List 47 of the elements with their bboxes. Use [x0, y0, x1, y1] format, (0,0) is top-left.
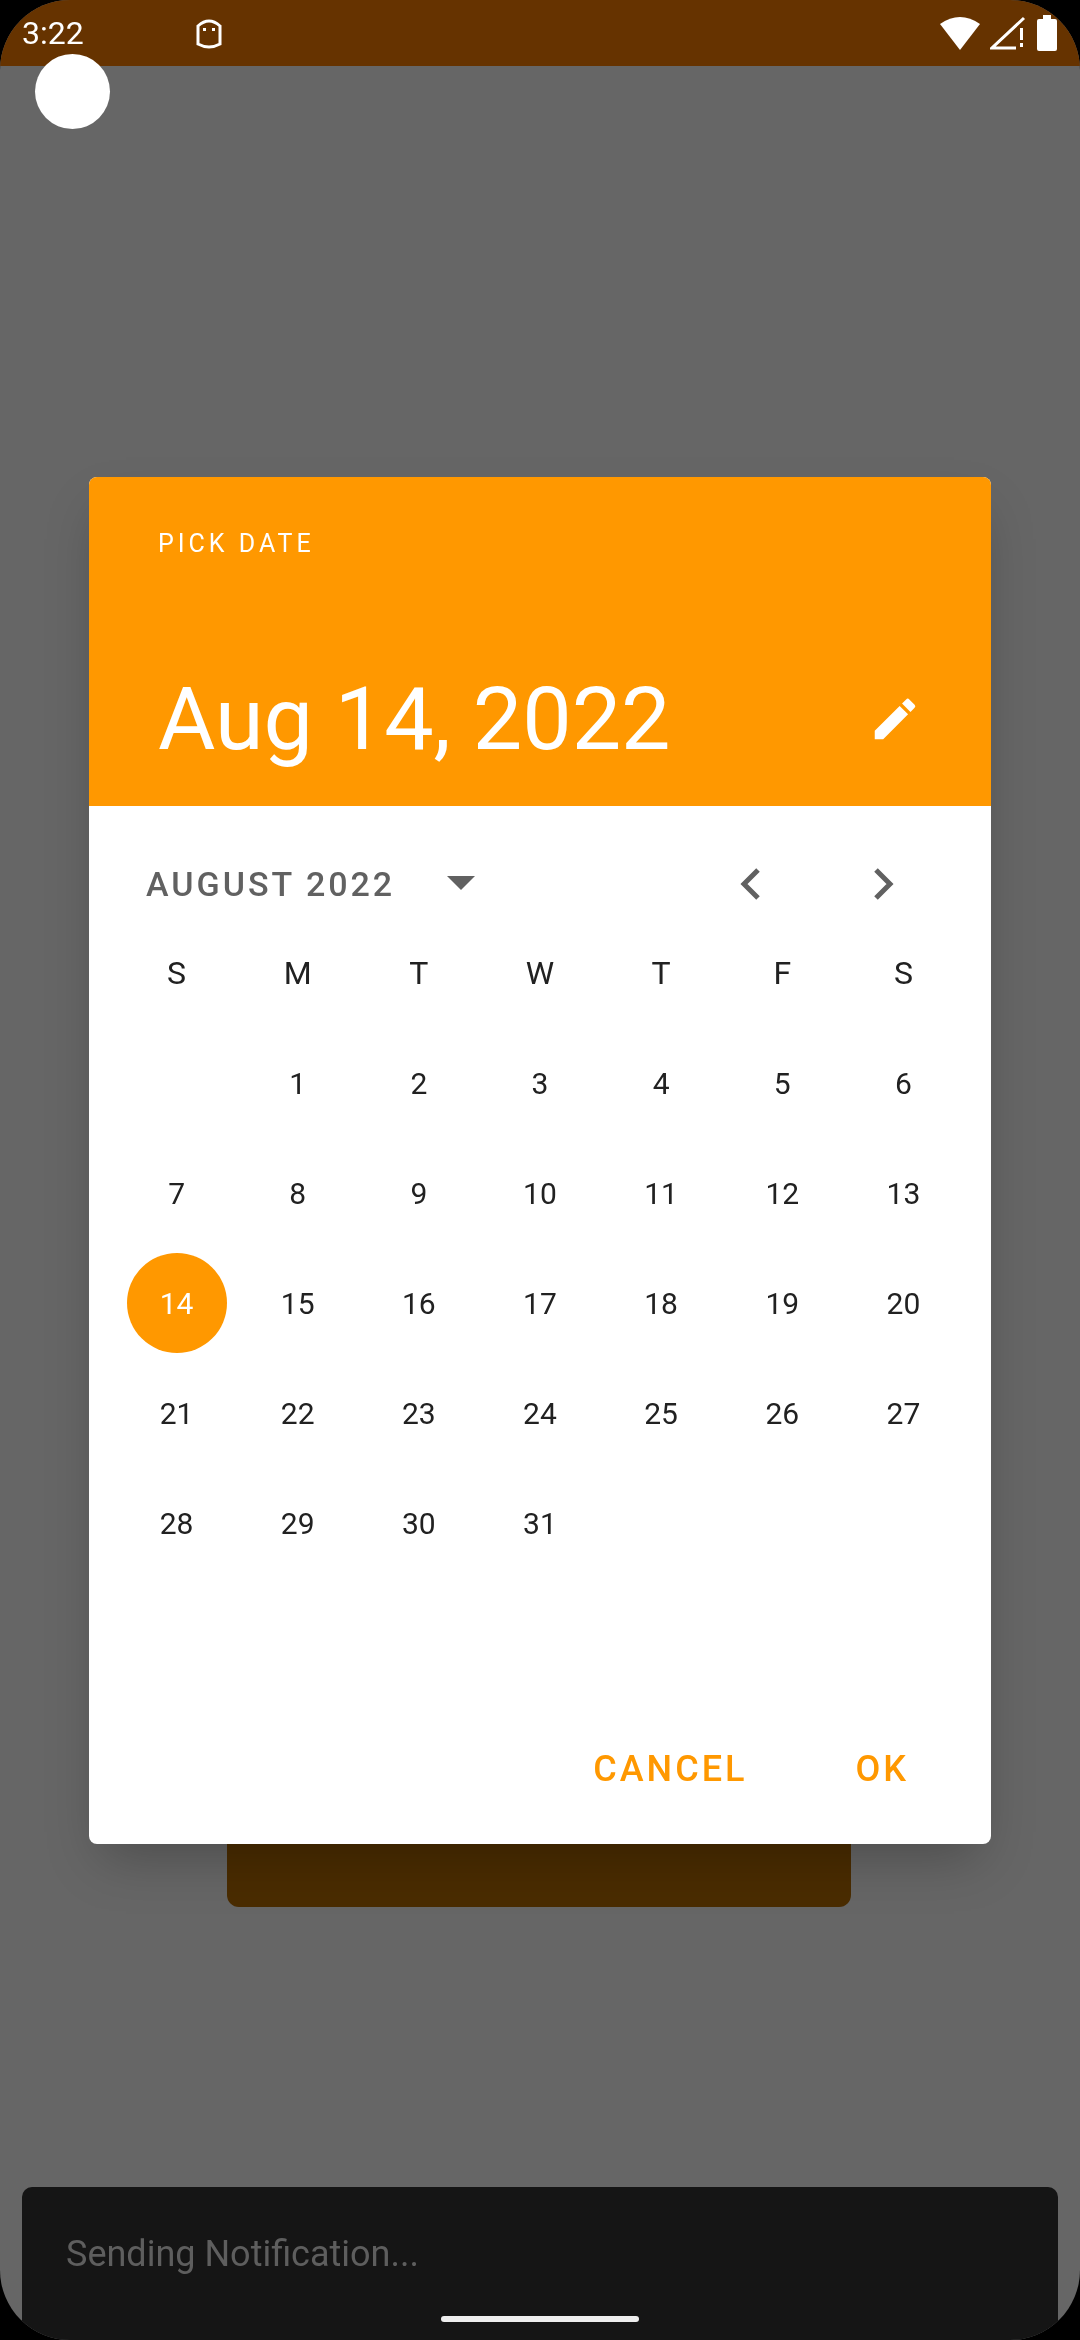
snackbar-text: Sending Notification... — [66, 2232, 419, 2277]
calendar-day[interactable]: 19 — [732, 1253, 833, 1353]
calendar-day[interactable]: 5 — [732, 1033, 833, 1133]
next-month-icon[interactable] — [873, 867, 895, 901]
weekday-label: M — [283, 953, 312, 994]
calendar-day[interactable]: 9 — [368, 1143, 469, 1243]
calendar-day[interactable]: 27 — [853, 1363, 954, 1463]
status-time: 3:22 — [22, 13, 84, 54]
calendar-day[interactable]: 12 — [732, 1143, 833, 1243]
dropdown-caret-icon[interactable] — [447, 876, 476, 892]
weekday-label: W — [525, 953, 555, 994]
calendar-day[interactable]: 18 — [611, 1253, 712, 1353]
wifi-icon — [940, 16, 980, 50]
month-year-label[interactable]: AUGUST 2022 — [146, 858, 396, 910]
dialog-title: PICK DATE — [158, 528, 315, 560]
calendar-day[interactable]: 2 — [368, 1033, 469, 1133]
calendar-day[interactable]: 25 — [611, 1363, 712, 1463]
calendar-day[interactable]: 1 — [247, 1033, 348, 1133]
calendar-day[interactable]: 3 — [490, 1033, 590, 1133]
calendar-day[interactable]: 6 — [853, 1033, 954, 1133]
calendar-day[interactable]: 31 — [490, 1473, 590, 1573]
calendar-day[interactable]: 13 — [853, 1143, 954, 1243]
calendar-day[interactable]: 20 — [853, 1253, 954, 1353]
calendar-day[interactable]: 17 — [490, 1253, 590, 1353]
calendar-day[interactable]: 4 — [611, 1033, 712, 1133]
calendar-day[interactable]: 8 — [247, 1143, 348, 1243]
battery-icon — [1036, 15, 1058, 51]
previous-month-icon[interactable] — [739, 867, 761, 901]
calendar-day[interactable]: 16 — [368, 1253, 469, 1353]
calendar-day[interactable]: 21 — [126, 1363, 227, 1463]
calendar-day[interactable]: 28 — [126, 1473, 227, 1573]
signal-icon — [990, 16, 1026, 50]
calendar-day[interactable]: 15 — [247, 1253, 348, 1353]
weekday-label: S — [893, 953, 913, 994]
calendar-day[interactable]: 26 — [732, 1363, 833, 1463]
weekday-label: T — [651, 953, 671, 994]
calendar-day[interactable]: 24 — [490, 1363, 590, 1463]
calendar-day[interactable]: 11 — [611, 1143, 712, 1243]
calendar-day[interactable]: 30 — [368, 1473, 469, 1573]
weekday-label: S — [167, 953, 187, 994]
calendar-day[interactable]: 23 — [368, 1363, 469, 1463]
calendar-day[interactable]: 10 — [490, 1143, 590, 1243]
calendar-day[interactable]: 29 — [247, 1473, 348, 1573]
weekday-label: T — [409, 953, 429, 994]
calendar-day[interactable]: 22 — [247, 1363, 348, 1463]
calendar-day[interactable]: 7 — [126, 1143, 227, 1243]
weekday-label: F — [773, 953, 792, 994]
